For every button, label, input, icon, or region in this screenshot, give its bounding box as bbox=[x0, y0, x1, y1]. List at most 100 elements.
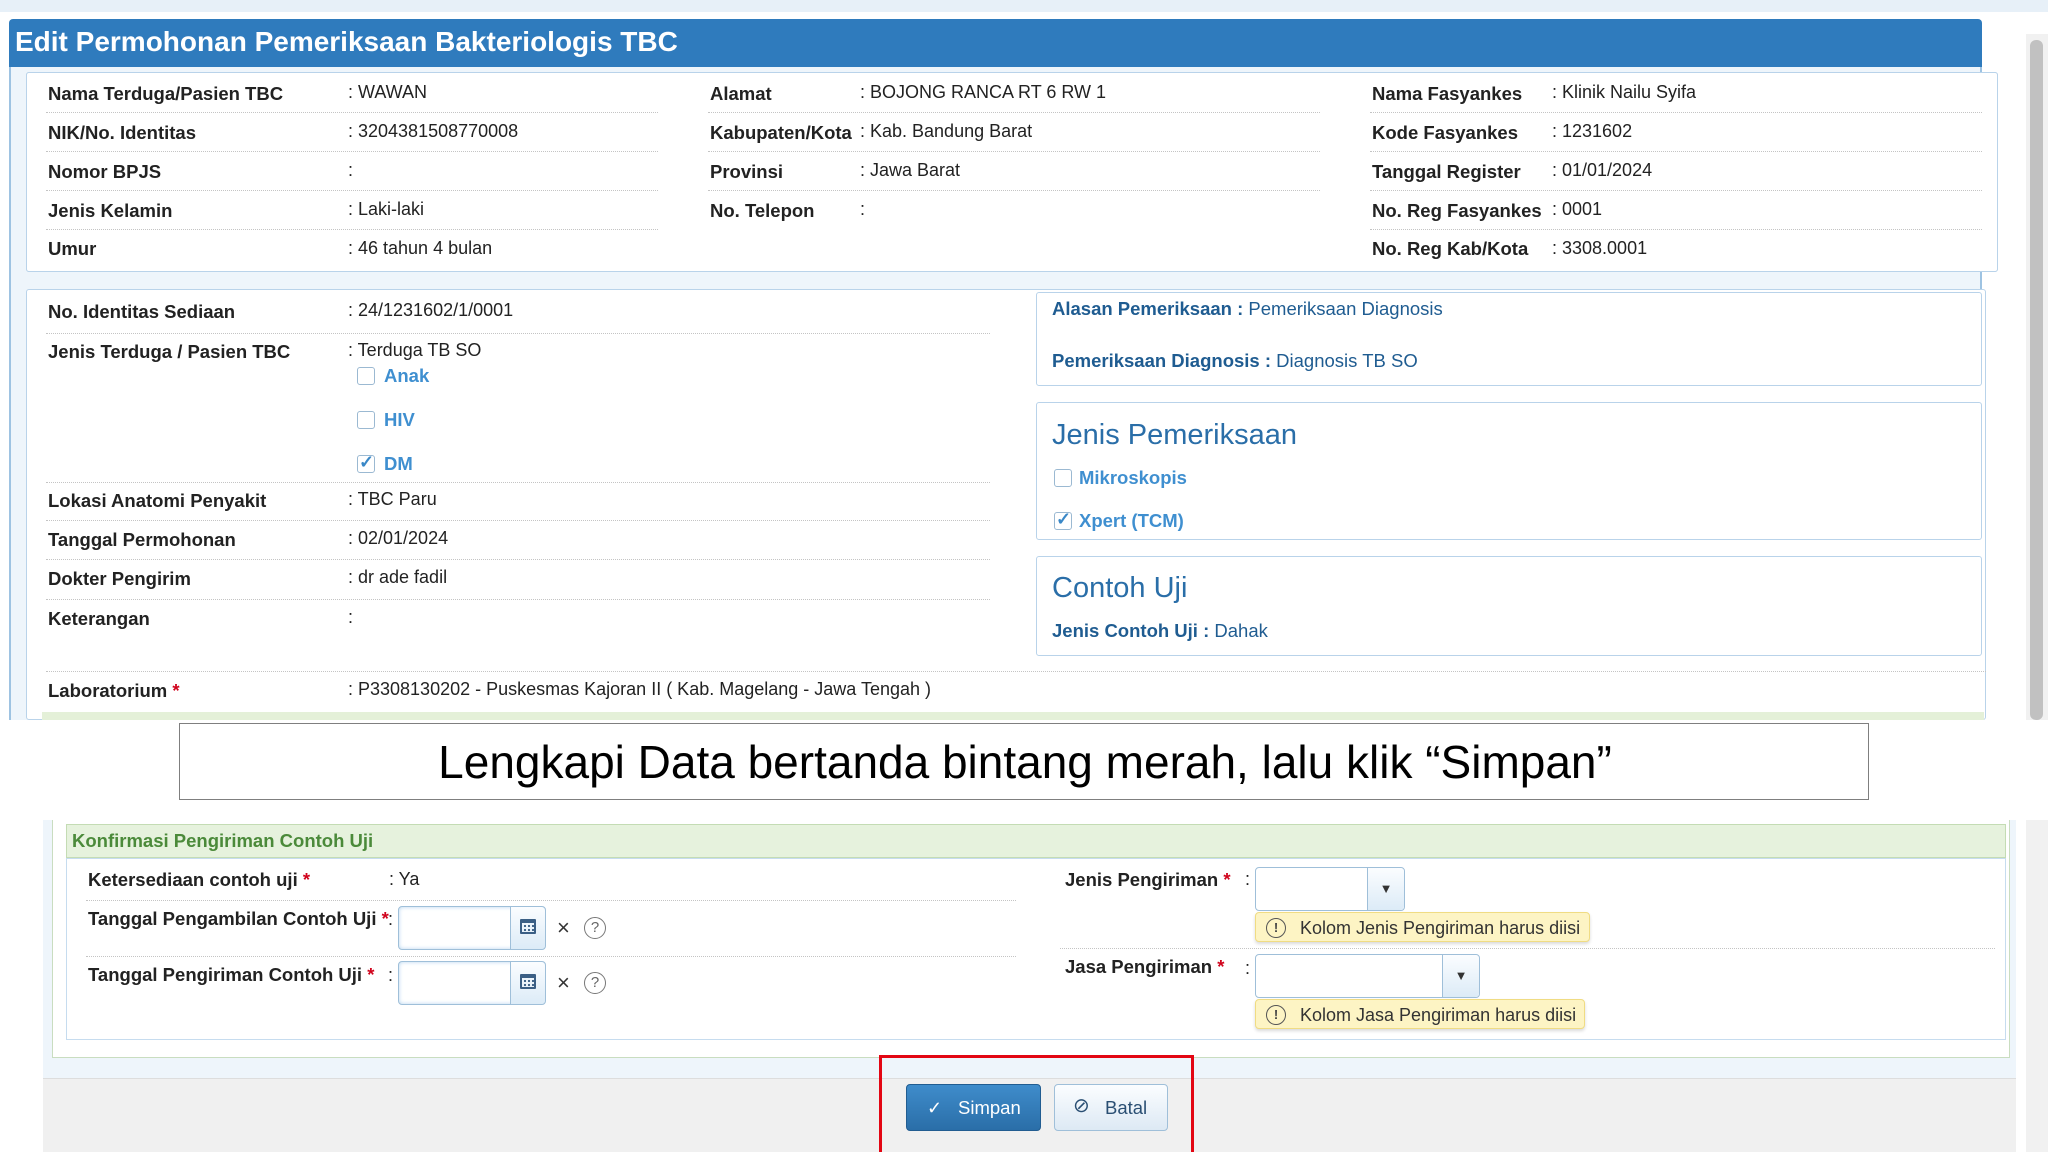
province-value: : Jawa Barat bbox=[860, 160, 961, 180]
divider bbox=[46, 482, 990, 483]
address-label: Alamat bbox=[710, 83, 772, 104]
pemeriksaan-diagnosis: Pemeriksaan Diagnosis : Diagnosis TB SO bbox=[1052, 350, 1418, 371]
nik-value: : 3204381508770008 bbox=[348, 121, 519, 141]
help-icon[interactable]: ? bbox=[584, 972, 606, 994]
bpjs-label: Nomor BPJS bbox=[48, 161, 162, 182]
divider bbox=[1370, 112, 1982, 113]
xpert-checkbox[interactable]: ✓ bbox=[1054, 509, 1072, 530]
calendar-icon bbox=[520, 974, 536, 989]
tgl-kirim-input[interactable] bbox=[398, 961, 546, 1005]
highlight-frame bbox=[879, 1055, 1194, 1152]
divider bbox=[46, 599, 990, 600]
tgl-ambil-input[interactable] bbox=[398, 906, 546, 950]
notes-value: : bbox=[348, 607, 354, 627]
konfirmasi-heading: Konfirmasi Pengiriman Contoh Uji bbox=[72, 830, 374, 851]
jenis-pengiriman-select[interactable]: ▼ bbox=[1255, 867, 1405, 911]
doctor-value: : dr ade fadil bbox=[348, 567, 448, 587]
divider bbox=[46, 190, 658, 191]
gender-value: : Laki-laki bbox=[348, 199, 425, 219]
divider bbox=[1370, 151, 1982, 152]
divider bbox=[1060, 948, 1995, 949]
konfirmasi-header: Konfirmasi Pengiriman Contoh Uji bbox=[66, 824, 2006, 858]
gender-label: Jenis Kelamin bbox=[48, 200, 173, 221]
divider bbox=[86, 956, 1016, 957]
dm-label: DM bbox=[384, 453, 413, 474]
bpjs-value: : bbox=[348, 160, 354, 180]
age-label: Umur bbox=[48, 238, 97, 259]
doctor-label: Dokter Pengirim bbox=[48, 568, 191, 589]
dropdown-arrow-icon[interactable]: ▼ bbox=[1367, 868, 1404, 910]
instruction-text: Lengkapi Data bertanda bintang merah, la… bbox=[438, 736, 1612, 788]
facility-name-label: Nama Fasyankes bbox=[1372, 83, 1523, 104]
reg-fasyankes-label: No. Reg Fasyankes bbox=[1372, 200, 1542, 221]
phone-label: No. Telepon bbox=[710, 200, 815, 221]
anatomy-value: : TBC Paru bbox=[348, 489, 437, 509]
check-icon: ✓ bbox=[1056, 509, 1072, 529]
divider bbox=[46, 333, 990, 334]
help-icon[interactable]: ? bbox=[584, 917, 606, 939]
colon: : bbox=[1245, 958, 1251, 978]
colon: : bbox=[1245, 869, 1251, 889]
calendar-button[interactable] bbox=[510, 907, 545, 949]
reg-kabkota-label: No. Reg Kab/Kota bbox=[1372, 238, 1529, 259]
section-strip bbox=[42, 712, 1984, 720]
laboratory-value: : P3308130202 - Puskesmas Kajoran II ( K… bbox=[348, 679, 932, 699]
dropdown-arrow-icon[interactable]: ▼ bbox=[1442, 955, 1479, 997]
jasa-pengiriman-select[interactable]: ▼ bbox=[1255, 954, 1480, 998]
colon: : bbox=[388, 965, 394, 985]
register-date-value: : 01/01/2024 bbox=[1552, 160, 1653, 180]
title-bar: Edit Permohonan Pemeriksaan Bakteriologi… bbox=[9, 19, 1982, 67]
register-date-label: Tanggal Register bbox=[1372, 161, 1521, 182]
dm-checkbox[interactable]: ✓ bbox=[357, 452, 375, 473]
reg-fasyankes-value: : 0001 bbox=[1552, 199, 1603, 219]
jenis-pemeriksaan-heading: Jenis Pemeriksaan bbox=[1052, 419, 1297, 451]
divider bbox=[46, 112, 658, 113]
clear-icon[interactable]: × bbox=[557, 972, 570, 994]
alasan-pemeriksaan: Alasan Pemeriksaan : Pemeriksaan Diagnos… bbox=[1052, 298, 1443, 319]
calendar-button[interactable] bbox=[510, 962, 545, 1004]
colon: : bbox=[388, 909, 394, 929]
suspect-type-label: Jenis Terduga / Pasien TBC bbox=[48, 341, 291, 362]
warning-icon: ! bbox=[1266, 918, 1286, 938]
sample-id-value: : 24/1231602/1/0001 bbox=[348, 300, 514, 320]
contoh-uji-heading: Contoh Uji bbox=[1052, 572, 1188, 604]
city-value: : Kab. Bandung Barat bbox=[860, 121, 1033, 141]
jasa-pengiriman-warning: ! Kolom Jasa Pengiriman harus diisi bbox=[1255, 999, 1585, 1029]
divider bbox=[46, 559, 990, 560]
laboratory-label: Laboratorium * bbox=[48, 680, 180, 701]
hiv-label: HIV bbox=[384, 409, 415, 430]
top-strip bbox=[0, 0, 2048, 12]
age-value: : 46 tahun 4 bulan bbox=[348, 238, 493, 258]
patient-name-label: Nama Terduga/Pasien TBC bbox=[48, 83, 284, 104]
jenis-pengiriman-label: Jenis Pengiriman * bbox=[1065, 869, 1231, 890]
phone-value: : bbox=[860, 199, 866, 219]
ketersediaan-value: : Ya bbox=[389, 869, 420, 889]
hiv-checkbox[interactable] bbox=[357, 411, 375, 429]
reg-kabkota-value: : 3308.0001 bbox=[1552, 238, 1648, 258]
tgl-ambil-label: Tanggal Pengambilan Contoh Uji * bbox=[88, 908, 389, 929]
request-date-label: Tanggal Permohonan bbox=[48, 529, 236, 550]
divider bbox=[708, 112, 1320, 113]
konfirmasi-body bbox=[66, 858, 2006, 1040]
divider bbox=[46, 151, 658, 152]
jasa-pengiriman-warning-text: Kolom Jasa Pengiriman harus diisi bbox=[1300, 1005, 1577, 1025]
divider bbox=[708, 151, 1320, 152]
calendar-icon bbox=[520, 919, 536, 934]
jenis-contoh-uji: Jenis Contoh Uji : Dahak bbox=[1052, 620, 1268, 641]
notes-label: Keterangan bbox=[48, 608, 150, 629]
anak-checkbox[interactable] bbox=[357, 367, 375, 385]
divider bbox=[46, 229, 658, 230]
mikroskopis-checkbox[interactable] bbox=[1054, 469, 1072, 487]
jasa-pengiriman-label: Jasa Pengiriman * bbox=[1065, 956, 1225, 977]
warning-icon: ! bbox=[1266, 1005, 1286, 1025]
suspect-type-value: : Terduga TB SO bbox=[348, 340, 482, 360]
province-label: Provinsi bbox=[710, 161, 783, 182]
patient-name-value: : WAWAN bbox=[348, 82, 427, 102]
divider bbox=[1370, 190, 1982, 191]
ketersediaan-label: Ketersediaan contoh uji * bbox=[88, 869, 311, 890]
scrollbar-thumb[interactable] bbox=[2030, 40, 2043, 720]
clear-icon[interactable]: × bbox=[557, 917, 570, 939]
nik-label: NIK/No. Identitas bbox=[48, 122, 197, 143]
divider bbox=[708, 190, 1320, 191]
anak-label: Anak bbox=[384, 365, 430, 386]
